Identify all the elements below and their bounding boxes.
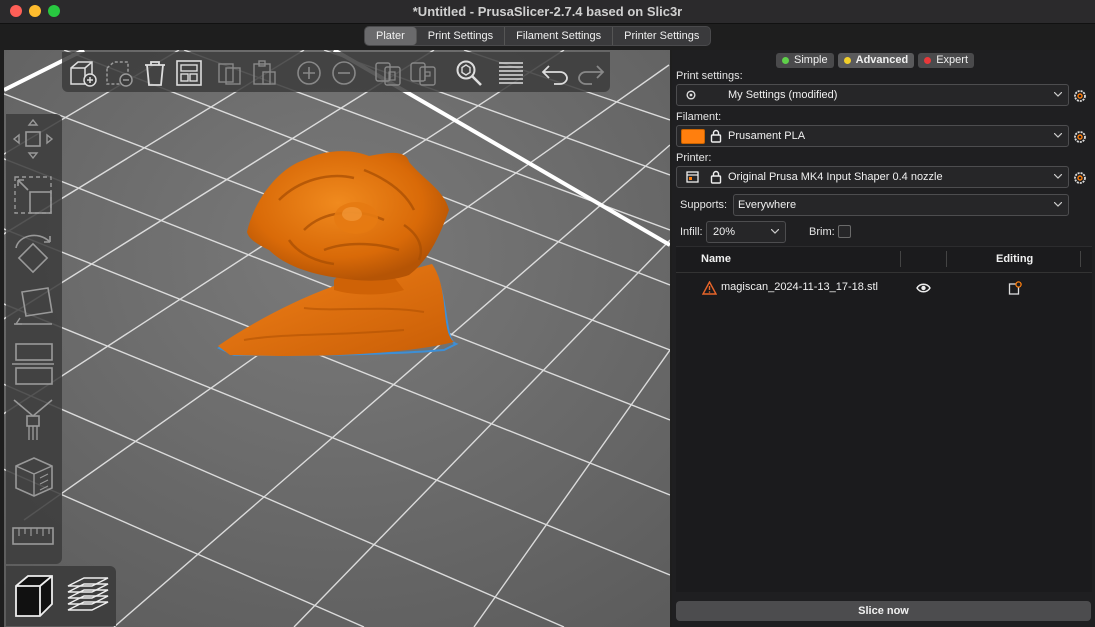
rotate-icon[interactable] — [10, 228, 56, 274]
title-bar: *Untitled - PrusaSlicer-2.7.4 based on S… — [0, 0, 1095, 24]
move-icon[interactable] — [10, 116, 56, 162]
object-name: magiscan_2024-11-13_17-18.stl — [721, 281, 878, 293]
cut-icon[interactable] — [10, 340, 56, 386]
delete-all-icon[interactable] — [140, 58, 170, 88]
arrange-icon[interactable] — [174, 58, 204, 88]
column-separator — [900, 251, 901, 267]
view-switcher — [6, 566, 116, 626]
delete-icon[interactable] — [104, 58, 134, 88]
chevron-down-icon — [1054, 92, 1062, 97]
redo-icon[interactable] — [576, 58, 606, 88]
chevron-down-icon — [1054, 174, 1062, 179]
split-objects-icon[interactable] — [373, 58, 403, 88]
scale-icon[interactable] — [10, 172, 56, 218]
object-list: Name Editing magiscan_2024-11-13_17-18.s… — [676, 246, 1092, 592]
window-title: *Untitled - PrusaSlicer-2.7.4 based on S… — [412, 4, 683, 19]
place-on-face-icon[interactable] — [10, 284, 56, 330]
printer-label: Printer: — [676, 152, 712, 164]
remove-instance-icon[interactable] — [329, 58, 359, 88]
top-toolbar — [62, 52, 610, 92]
filament-edit-icon[interactable] — [1073, 130, 1087, 144]
split-parts-icon[interactable] — [408, 58, 438, 88]
printer-edit-icon[interactable] — [1073, 171, 1087, 185]
main-tabs: Plater Print Settings Filament Settings … — [364, 26, 712, 46]
paint-supports-icon[interactable] — [10, 396, 56, 442]
mode-advanced-button[interactable]: Advanced — [837, 53, 915, 68]
name-column-header[interactable]: Name — [701, 247, 731, 271]
infill-combo[interactable]: 20% — [706, 221, 786, 243]
edit-settings-icon[interactable] — [1008, 281, 1022, 295]
tab-plater[interactable]: Plater — [365, 27, 417, 45]
column-separator — [1080, 251, 1081, 267]
editing-column-header[interactable]: Editing — [996, 247, 1033, 271]
left-toolbar — [6, 114, 62, 564]
eye-icon[interactable] — [916, 282, 931, 294]
add-icon[interactable] — [68, 58, 98, 88]
mode-expert-button[interactable]: Expert — [918, 53, 974, 68]
print-settings-combo[interactable]: My Settings (modified) — [676, 84, 1069, 106]
printer-combo[interactable]: Original Prusa MK4 Input Shaper 0.4 nozz… — [676, 166, 1069, 188]
tab-strip: Plater Print Settings Filament Settings … — [0, 24, 1095, 48]
brim-label: Brim: — [809, 226, 835, 238]
copy-icon[interactable] — [215, 58, 245, 88]
expert-dot-icon — [924, 57, 932, 64]
filament-color-swatch[interactable] — [681, 129, 705, 144]
mode-simple-button[interactable]: Simple — [776, 53, 834, 68]
tab-printer-settings[interactable]: Printer Settings — [613, 27, 710, 45]
print-settings-gear-icon — [686, 90, 696, 100]
simple-dot-icon — [782, 57, 789, 64]
layers-editing-icon[interactable] — [496, 58, 526, 88]
search-icon[interactable] — [454, 58, 484, 88]
tab-print-settings[interactable]: Print Settings — [417, 27, 506, 45]
sidebar-panel: Simple Advanced Expert Print settings: M… — [672, 50, 1095, 627]
printer-icon — [686, 171, 699, 183]
print-settings-edit-icon[interactable] — [1073, 89, 1087, 103]
brim-checkbox[interactable] — [838, 225, 851, 238]
filament-label: Filament: — [676, 111, 722, 123]
3d-view-icon[interactable] — [10, 572, 58, 620]
filament-combo[interactable]: Prusament PLA — [676, 125, 1069, 147]
table-row[interactable]: magiscan_2024-11-13_17-18.stl — [676, 277, 1092, 299]
paste-icon[interactable] — [249, 58, 279, 88]
slice-now-button[interactable]: Slice now — [676, 601, 1091, 621]
lock-icon — [710, 170, 722, 184]
print-settings-label: Print settings: — [676, 70, 743, 82]
tab-filament-settings[interactable]: Filament Settings — [505, 27, 614, 45]
header-divider — [676, 272, 1092, 273]
chevron-down-icon — [771, 229, 779, 234]
warning-icon[interactable] — [702, 281, 717, 295]
measure-icon[interactable] — [10, 514, 56, 560]
add-instance-icon[interactable] — [294, 58, 324, 88]
hollow-icon[interactable] — [10, 454, 56, 500]
undo-icon[interactable] — [540, 58, 570, 88]
column-separator — [946, 251, 947, 267]
3d-viewport[interactable] — [4, 50, 670, 627]
advanced-dot-icon — [843, 57, 851, 64]
lock-icon — [710, 129, 722, 143]
infill-label: Infill: — [680, 226, 703, 238]
supports-combo[interactable]: Everywhere — [733, 194, 1069, 216]
chevron-down-icon — [1054, 202, 1062, 207]
preview-icon[interactable] — [64, 572, 112, 620]
print-bed-scene[interactable] — [4, 50, 670, 627]
mode-switcher: Simple Advanced Expert — [776, 53, 974, 68]
supports-label: Supports: — [680, 199, 728, 211]
chevron-down-icon — [1054, 133, 1062, 138]
